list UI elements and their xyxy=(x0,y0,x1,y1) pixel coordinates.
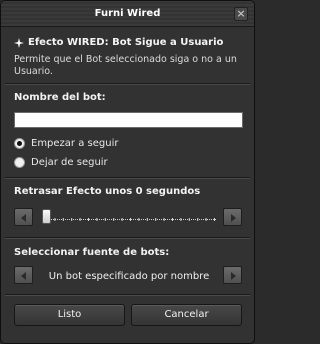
delay-decrease-button[interactable] xyxy=(14,208,33,226)
arrow-left-icon xyxy=(21,214,26,222)
slider-tick xyxy=(71,218,73,221)
slider-tick xyxy=(138,218,140,221)
slider-tick xyxy=(96,218,98,221)
slider-tick xyxy=(155,218,157,221)
wired-window: Furni Wired × Efecto WIRED: Bot Sigue a … xyxy=(0,0,255,344)
radio-label: Dejar de seguir xyxy=(31,157,108,168)
source-next-button[interactable] xyxy=(223,266,242,284)
arrow-right-icon xyxy=(231,214,236,222)
close-button[interactable]: × xyxy=(234,7,248,21)
bot-name-input[interactable] xyxy=(14,112,243,128)
window-title: Furni Wired xyxy=(94,8,161,19)
slider-tick xyxy=(104,218,106,221)
slider-tick xyxy=(88,218,89,221)
source-prev-button[interactable] xyxy=(14,266,33,284)
radio-start-following[interactable] xyxy=(14,138,25,149)
option-stop-following[interactable]: Dejar de seguir xyxy=(14,157,108,168)
effect-title: Efecto WIRED: Bot Sigue a Usuario xyxy=(28,37,224,48)
slider-tick xyxy=(197,218,199,221)
divider xyxy=(5,83,250,85)
source-value: Un bot especificado por nombre xyxy=(48,271,210,282)
slider-tick xyxy=(121,218,123,221)
slider-tick xyxy=(130,218,131,221)
ok-button[interactable]: Listo xyxy=(14,304,125,326)
slider-tick xyxy=(180,218,182,221)
delay-slider-thumb[interactable] xyxy=(42,209,51,224)
slider-tick xyxy=(188,218,190,221)
radio-stop-following[interactable] xyxy=(14,157,25,168)
slider-tick xyxy=(113,218,115,221)
title-bar[interactable]: Furni Wired × xyxy=(1,1,254,27)
slider-tick xyxy=(205,218,207,221)
close-icon: × xyxy=(236,7,246,20)
divider xyxy=(5,237,250,239)
radio-label: Empezar a seguir xyxy=(31,138,119,149)
bot-name-label: Nombre del bot: xyxy=(14,92,106,103)
arrow-right-icon xyxy=(231,272,236,280)
slider-tick xyxy=(146,218,148,221)
slider-tick xyxy=(54,218,56,221)
divider xyxy=(5,177,250,179)
slider-tick xyxy=(163,218,165,221)
divider xyxy=(5,294,250,296)
effect-header: Efecto WIRED: Bot Sigue a Usuario xyxy=(14,37,223,48)
slider-tick xyxy=(172,218,173,221)
slider-tick xyxy=(214,218,215,221)
slider-tick xyxy=(79,218,81,221)
arrow-left-icon xyxy=(21,272,26,280)
delay-increase-button[interactable] xyxy=(223,208,242,226)
sparkle-icon xyxy=(14,37,24,48)
slider-tick xyxy=(62,218,64,221)
delay-label: Retrasar Efecto unos 0 segundos xyxy=(14,186,201,197)
source-label: Seleccionar fuente de bots: xyxy=(14,247,170,258)
cancel-button[interactable]: Cancelar xyxy=(131,304,242,326)
slider-ticks xyxy=(46,218,215,221)
effect-description: Permite que el Bot seleccionado siga o n… xyxy=(14,54,237,77)
option-start-following[interactable]: Empezar a seguir xyxy=(14,138,118,149)
